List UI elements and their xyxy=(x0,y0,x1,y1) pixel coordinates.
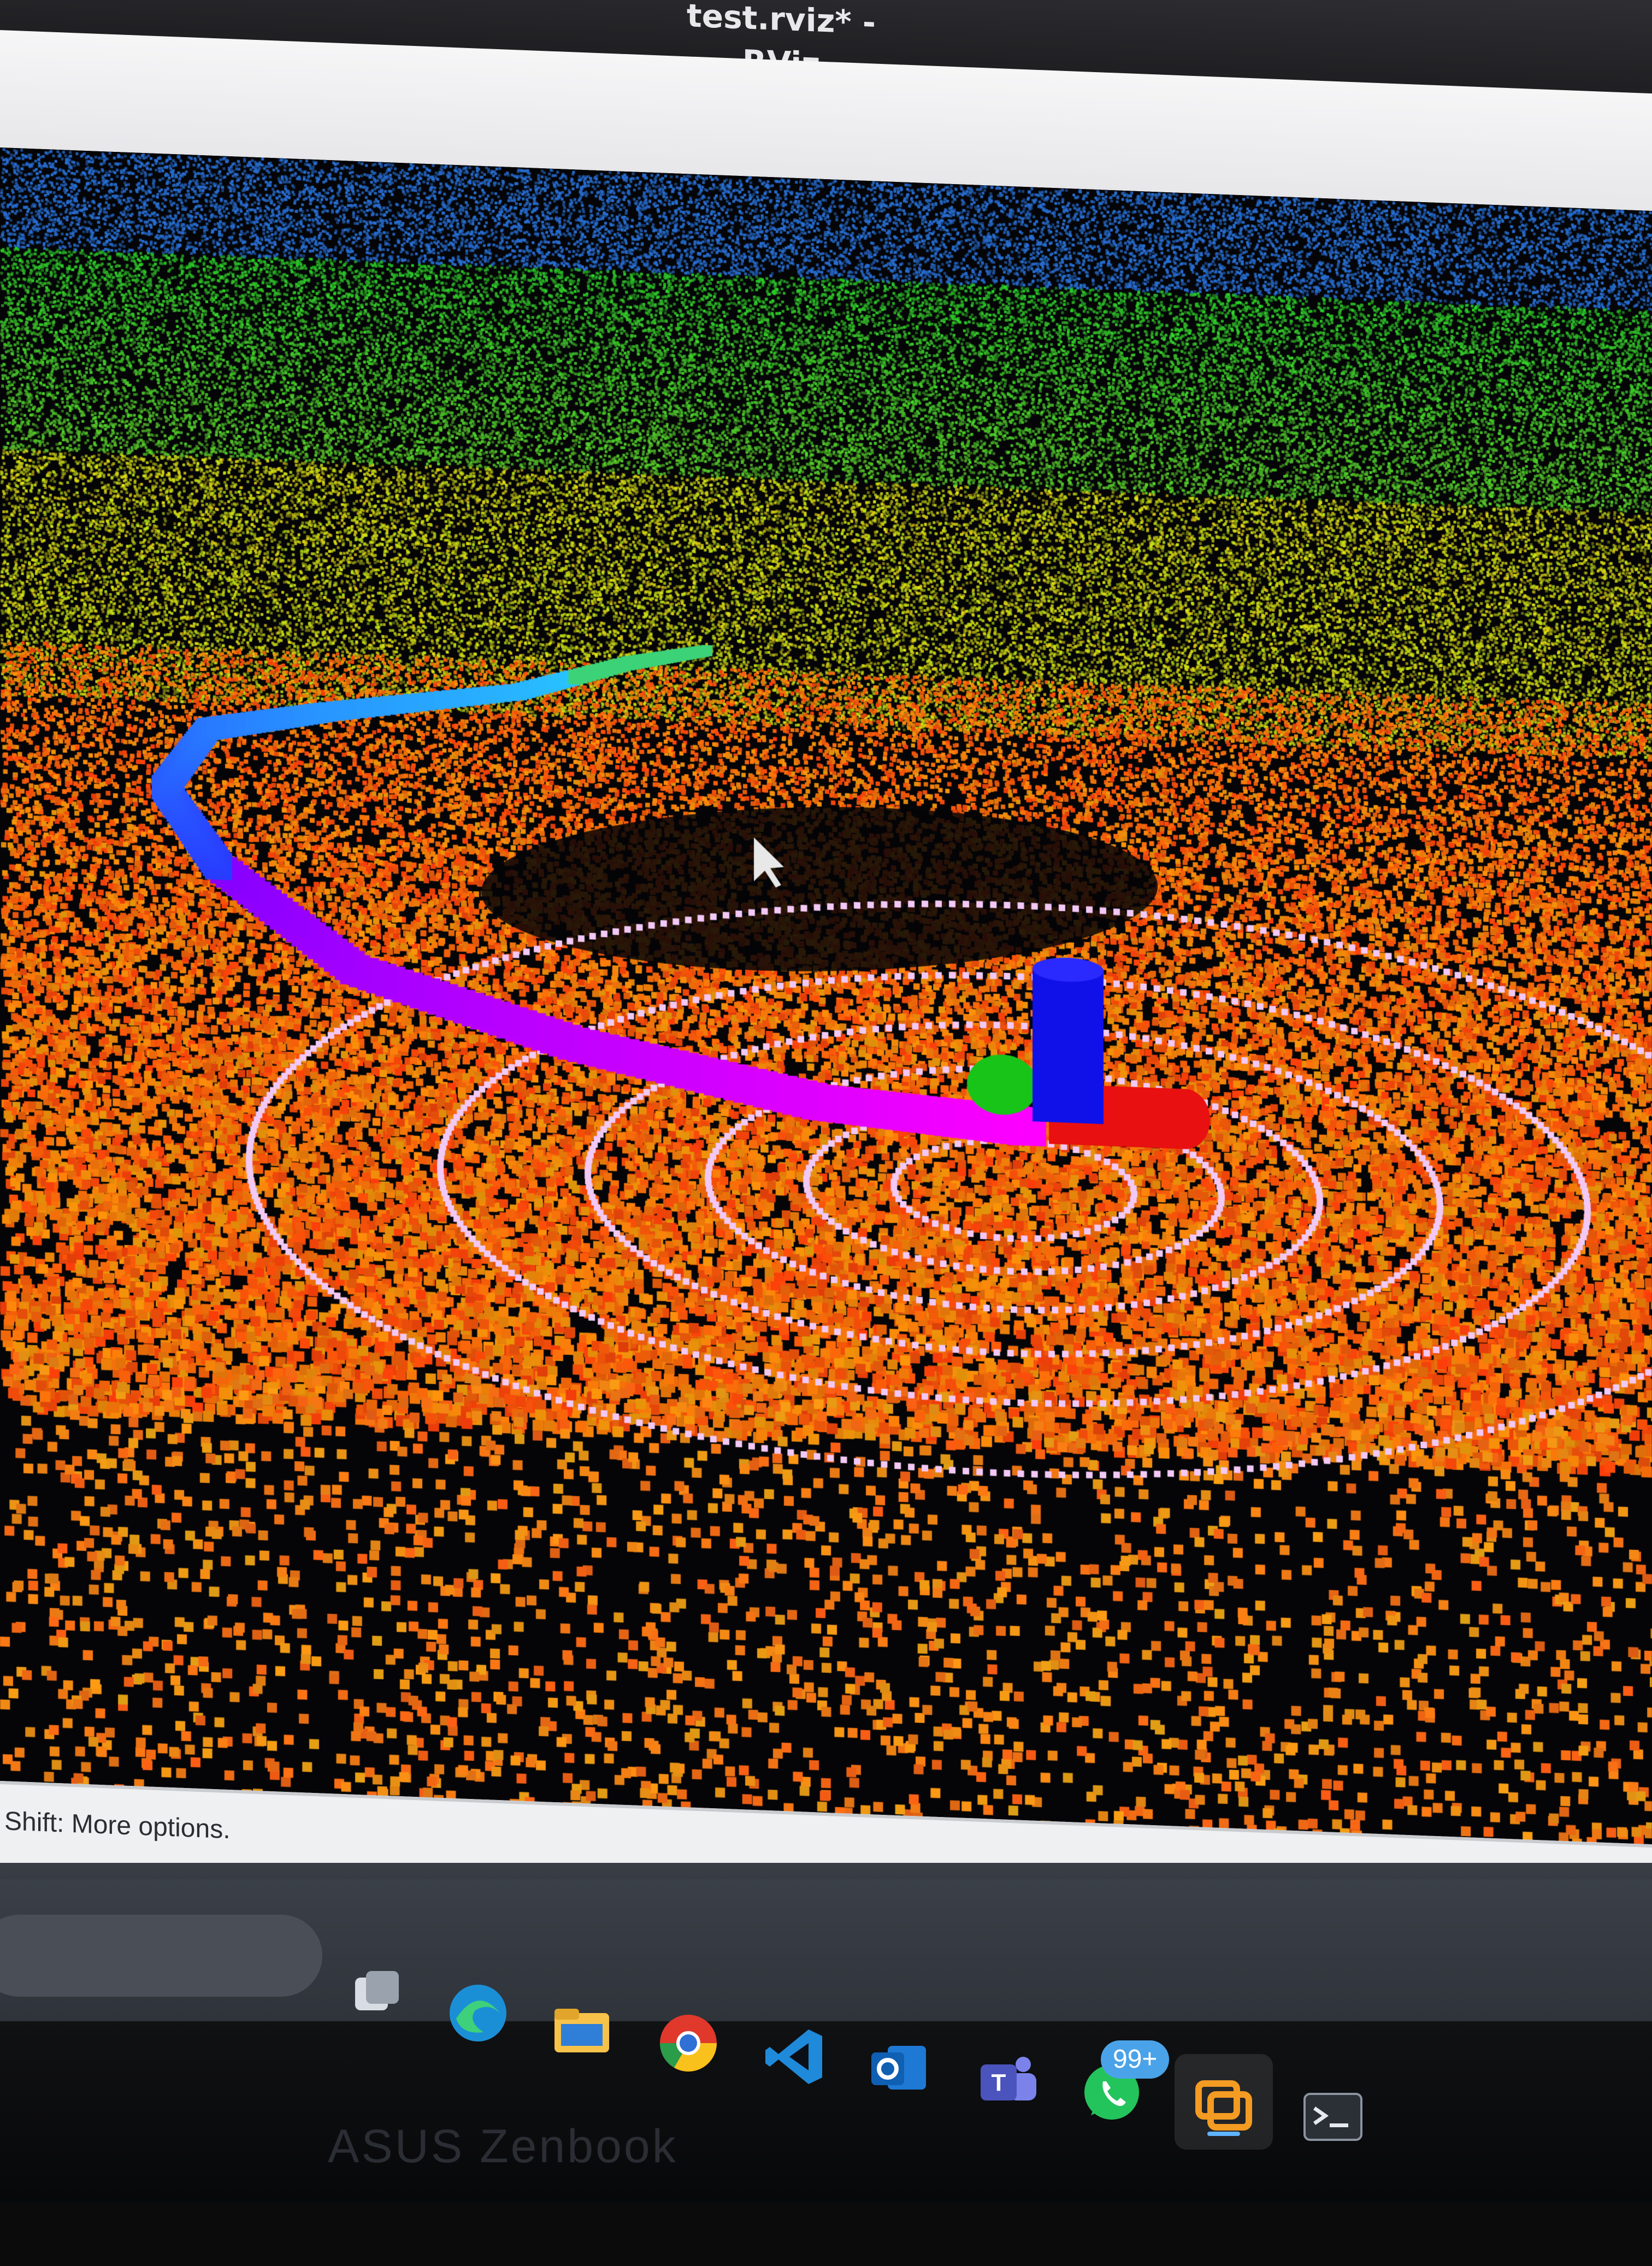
file-explorer-icon[interactable] xyxy=(549,1997,615,2062)
taskbar-search-box[interactable] xyxy=(0,1915,322,1997)
status-text: Shift: More options. xyxy=(4,1807,231,1845)
vscode-icon[interactable] xyxy=(762,2024,828,2090)
monitor-brand-label: ASUS Zenbook xyxy=(328,2120,678,2173)
chrome-icon[interactable] xyxy=(656,2010,721,2076)
outlook-icon[interactable] xyxy=(866,2035,931,2100)
point-cloud-canvas[interactable] xyxy=(0,147,1652,1867)
task-view-icon[interactable] xyxy=(344,1961,410,2027)
terminal-icon[interactable] xyxy=(1300,2084,1366,2150)
vnc-viewer-icon[interactable] xyxy=(1191,2070,1256,2136)
edge-icon[interactable] xyxy=(445,1980,511,2046)
teams-icon[interactable]: T xyxy=(975,2046,1041,2111)
whatsapp-unread-badge: 99+ xyxy=(1101,2040,1170,2079)
rviz-3d-viewport[interactable] xyxy=(0,147,1652,1867)
svg-text:T: T xyxy=(992,2069,1006,2096)
